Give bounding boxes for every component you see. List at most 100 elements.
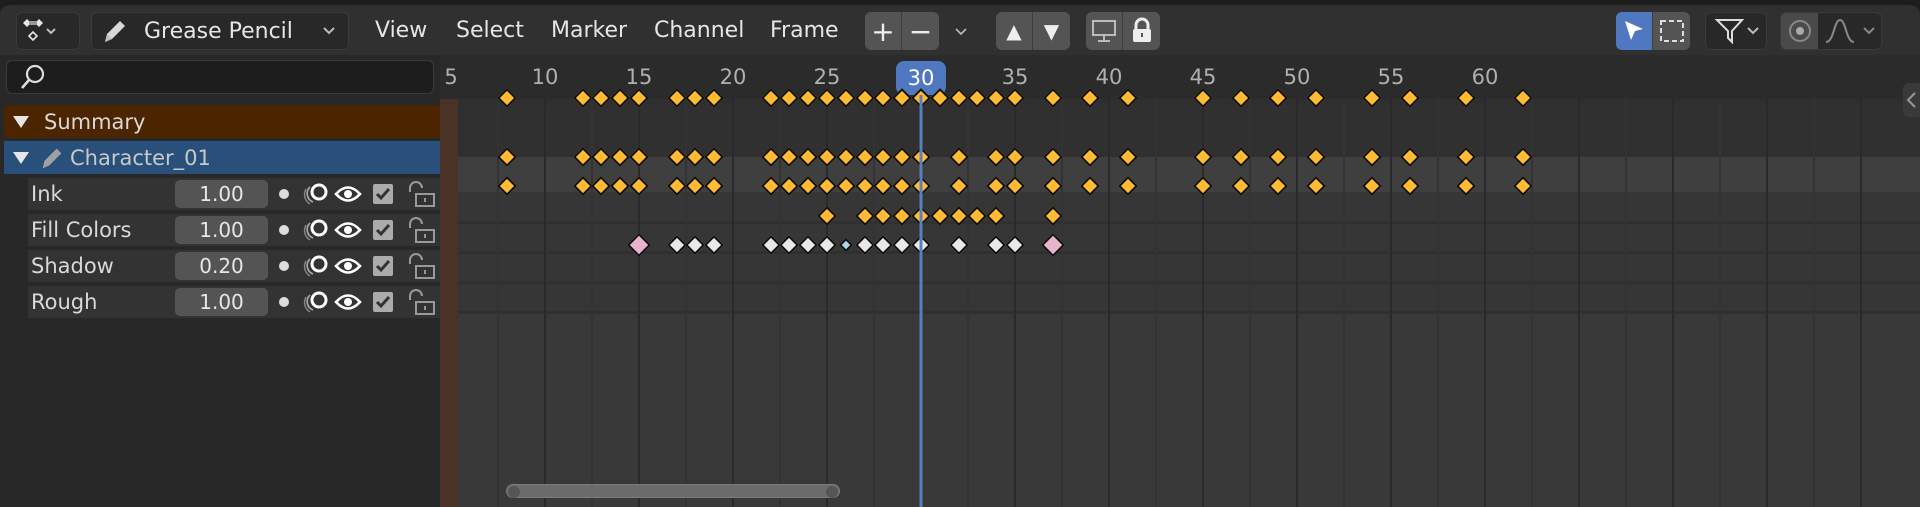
falloff-curve-icon bbox=[1825, 18, 1855, 43]
gridline bbox=[1719, 99, 1721, 507]
layer-opacity-field[interactable]: 1.00 bbox=[175, 180, 268, 208]
unlock-icon[interactable] bbox=[406, 288, 436, 316]
eye-icon[interactable] bbox=[334, 183, 362, 205]
timeline-area[interactable]: 5 10 15 20 25 35 40 45 50 55 60 30 bbox=[440, 55, 1920, 507]
track-ink bbox=[440, 192, 1920, 222]
gridline bbox=[1061, 99, 1063, 507]
box-select-button[interactable] bbox=[1653, 12, 1690, 50]
gridline bbox=[1108, 99, 1110, 507]
layer-toggles-group bbox=[1086, 12, 1160, 50]
gridline bbox=[732, 99, 734, 507]
unlock-icon[interactable] bbox=[406, 252, 436, 280]
eye-icon[interactable] bbox=[334, 219, 362, 241]
menu-channel[interactable]: Channel bbox=[654, 18, 744, 43]
mode-dropdown[interactable]: Grease Pencil bbox=[91, 12, 349, 50]
checkbox-icon[interactable] bbox=[372, 291, 394, 313]
scrollbar-right-handle[interactable] bbox=[826, 486, 838, 498]
gridline bbox=[1437, 99, 1439, 507]
layer-opacity-field[interactable]: 1.00 bbox=[175, 216, 268, 244]
layer-row[interactable]: Rough 1.00 bbox=[28, 286, 440, 318]
proportional-edit-group bbox=[1780, 12, 1882, 50]
display-toggle-button[interactable] bbox=[1086, 12, 1123, 50]
layer-opacity-field[interactable]: 1.00 bbox=[175, 288, 268, 316]
ruler-tick-label: 55 bbox=[1377, 65, 1405, 89]
channel-search-input[interactable] bbox=[6, 60, 434, 94]
ruler-tick-label: 35 bbox=[1001, 65, 1029, 89]
track-separator bbox=[440, 251, 1920, 254]
collapse-triangle-icon[interactable] bbox=[12, 151, 30, 165]
gridline bbox=[1390, 99, 1392, 507]
filter-dropdown[interactable] bbox=[1705, 12, 1767, 50]
gridline bbox=[1484, 99, 1486, 507]
gridline bbox=[544, 99, 546, 507]
track-separator bbox=[440, 221, 1920, 224]
onion-skin-icon[interactable] bbox=[301, 253, 331, 279]
ruler-tick-label: 60 bbox=[1471, 65, 1499, 89]
horizontal-scrollbar[interactable] bbox=[506, 484, 840, 498]
use-mask-dot-icon[interactable] bbox=[278, 224, 290, 236]
use-mask-dot-icon[interactable] bbox=[278, 188, 290, 200]
ruler-tick-label: 40 bbox=[1095, 65, 1123, 89]
filter-icon bbox=[1714, 19, 1745, 45]
unlock-icon[interactable] bbox=[406, 216, 436, 244]
object-label: Character_01 bbox=[70, 145, 211, 170]
eye-icon[interactable] bbox=[334, 255, 362, 277]
track-separator bbox=[440, 311, 1920, 314]
scrollbar-left-handle[interactable] bbox=[508, 486, 520, 498]
layer-order-group: ▲ ▼ bbox=[996, 12, 1070, 50]
menu-frame[interactable]: Frame bbox=[770, 18, 839, 43]
playhead[interactable] bbox=[919, 95, 923, 507]
use-mask-dot-icon[interactable] bbox=[278, 260, 290, 272]
header-bar: Grease Pencil View Select Marker Channel… bbox=[0, 5, 1920, 55]
checkbox-icon[interactable] bbox=[372, 255, 394, 277]
checkbox-icon[interactable] bbox=[372, 183, 394, 205]
pencil-icon bbox=[105, 21, 125, 42]
gridline bbox=[497, 99, 499, 507]
falloff-dropdown[interactable] bbox=[1818, 17, 1876, 45]
checkbox-icon[interactable] bbox=[372, 219, 394, 241]
tweak-select-button[interactable] bbox=[1616, 12, 1653, 50]
menu-view[interactable]: View bbox=[375, 18, 427, 43]
layer-row[interactable]: Ink 1.00 bbox=[28, 178, 440, 210]
menu-marker[interactable]: Marker bbox=[551, 18, 627, 43]
menu-select[interactable]: Select bbox=[456, 18, 524, 43]
use-mask-dot-icon[interactable] bbox=[278, 296, 290, 308]
gridline bbox=[1531, 99, 1533, 507]
onion-skin-icon[interactable] bbox=[301, 181, 331, 207]
sidebar-toggle[interactable] bbox=[1903, 83, 1920, 117]
layer-opacity-field[interactable]: 0.20 bbox=[175, 252, 268, 280]
remove-layer-button[interactable]: − bbox=[902, 12, 939, 50]
layer-row[interactable]: Shadow 0.20 bbox=[28, 250, 440, 282]
proportional-edit-icon bbox=[1788, 20, 1811, 42]
dopesheet-keyframes-icon bbox=[23, 19, 56, 42]
collapse-triangle-icon[interactable] bbox=[12, 115, 30, 129]
proportional-edit-toggle[interactable] bbox=[1781, 13, 1818, 49]
gridline bbox=[1860, 99, 1862, 507]
layer-options-chevron-icon[interactable] bbox=[954, 25, 968, 39]
unlock-icon[interactable] bbox=[406, 180, 436, 208]
gridline bbox=[1249, 99, 1251, 507]
move-layer-up-button[interactable]: ▲ bbox=[996, 12, 1033, 50]
gridline bbox=[873, 99, 875, 507]
channel-summary[interactable]: Summary bbox=[4, 105, 440, 138]
eye-icon[interactable] bbox=[334, 291, 362, 313]
frame-ruler[interactable]: 5 10 15 20 25 35 40 45 50 55 60 30 bbox=[440, 55, 1920, 99]
onion-skin-icon[interactable] bbox=[301, 217, 331, 243]
gridline bbox=[1296, 99, 1298, 507]
ruler-tick-label: 15 bbox=[625, 65, 653, 89]
editor-type-button[interactable] bbox=[16, 12, 80, 50]
move-layer-down-button[interactable]: ▼ bbox=[1033, 12, 1070, 50]
display-icon bbox=[1092, 20, 1116, 42]
chevron-down-icon bbox=[1747, 27, 1759, 35]
onion-skin-icon[interactable] bbox=[301, 289, 331, 315]
track-fill-colors bbox=[440, 222, 1920, 252]
add-layer-button[interactable]: + bbox=[865, 12, 902, 50]
lock-icon bbox=[1132, 17, 1151, 42]
preroll-region bbox=[440, 99, 458, 507]
track-rough bbox=[440, 282, 1920, 312]
channel-object[interactable]: Character_01 bbox=[4, 141, 440, 174]
track-background bbox=[440, 312, 1920, 507]
layer-row[interactable]: Fill Colors 1.00 bbox=[28, 214, 440, 246]
chevron-down-icon bbox=[323, 27, 335, 35]
lock-toggle-button[interactable] bbox=[1123, 12, 1160, 50]
